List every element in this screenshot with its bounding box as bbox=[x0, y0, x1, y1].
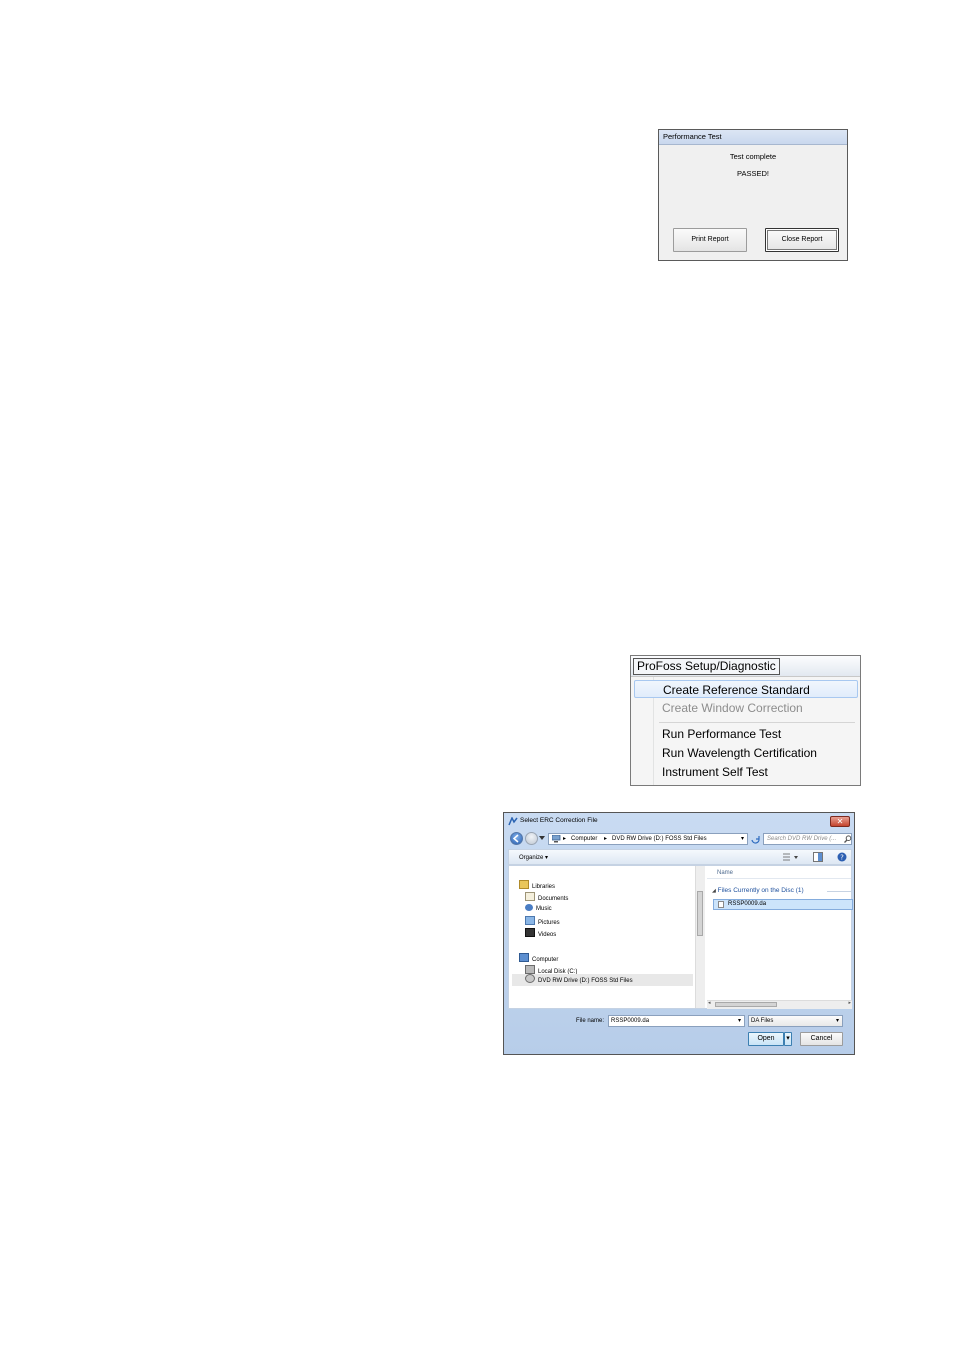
dialog-title: Performance Test bbox=[659, 130, 847, 145]
file-icon bbox=[718, 901, 724, 908]
tree-scrollbar[interactable] bbox=[695, 866, 705, 1008]
column-divider bbox=[707, 878, 851, 879]
help-icon[interactable]: ? bbox=[837, 852, 847, 862]
organize-button[interactable]: Organize ▾ bbox=[519, 854, 548, 861]
file-list-scrollbar-thumb[interactable] bbox=[715, 1002, 777, 1007]
group-divider bbox=[827, 891, 851, 892]
passed-text: PASSED! bbox=[737, 169, 769, 178]
performance-test-dialog: Performance Test Test complete PASSED! P… bbox=[658, 129, 848, 261]
menu-item-instrument-self-test[interactable]: Instrument Self Test bbox=[634, 763, 858, 781]
dialog-title: Select ERC Correction File bbox=[520, 817, 598, 824]
recent-pages-chevron-icon[interactable] bbox=[539, 836, 545, 841]
close-button[interactable]: ✕ bbox=[830, 816, 850, 827]
toolbar: Organize ▾ ? bbox=[508, 849, 852, 865]
filename-label: File name: bbox=[576, 1018, 605, 1024]
open-button[interactable]: Open bbox=[748, 1032, 784, 1046]
browser-pane: Libraries Documents Music Pictures Video… bbox=[508, 865, 853, 1009]
file-list-scrollbar[interactable]: ◂ ▸ bbox=[707, 1000, 852, 1009]
app-icon bbox=[508, 817, 518, 826]
tree-item-libraries[interactable]: Libraries bbox=[519, 880, 555, 890]
search-icon[interactable] bbox=[844, 835, 852, 843]
breadcrumb-separator-icon: ▸ bbox=[563, 836, 567, 842]
cancel-button[interactable]: Cancel bbox=[800, 1032, 843, 1046]
dialog-footer: File name: RSSP0009.da ▾ DA Files ▾ Open… bbox=[508, 1011, 852, 1053]
menu-item-create-window-correction: Create Window Correction bbox=[662, 701, 803, 715]
filetype-dropdown-icon[interactable]: ▾ bbox=[836, 1016, 839, 1026]
address-dropdown-icon[interactable]: ▾ bbox=[741, 834, 744, 844]
setup-diagnostic-menu: ProFoss Setup/Diagnostic Create Referenc… bbox=[630, 655, 861, 786]
back-button[interactable] bbox=[510, 832, 523, 845]
group-header[interactable]: ◢ Files Currently on the Disc (1) bbox=[712, 887, 804, 894]
pictures-icon bbox=[525, 916, 535, 925]
breadcrumb-computer[interactable]: Computer bbox=[571, 834, 597, 844]
music-icon bbox=[525, 904, 533, 911]
filetype-select[interactable]: DA Files ▾ bbox=[748, 1015, 843, 1027]
svg-text:?: ? bbox=[840, 854, 844, 862]
filename-dropdown-icon[interactable]: ▾ bbox=[738, 1016, 741, 1026]
documents-icon bbox=[525, 892, 535, 901]
menu-item-run-wavelength-certification[interactable]: Run Wavelength Certification bbox=[634, 744, 858, 762]
tree-scrollbar-thumb[interactable] bbox=[697, 891, 703, 936]
file-item-rssp0009[interactable]: RSSP0009.da bbox=[713, 899, 853, 910]
computer-icon bbox=[552, 835, 561, 843]
tree-item-computer[interactable]: Computer bbox=[519, 953, 558, 963]
refresh-icon[interactable] bbox=[750, 834, 761, 844]
address-bar[interactable]: ▸ Computer ▸ DVD RW Drive (D:) FOSS Std … bbox=[548, 833, 748, 845]
tree-item-documents[interactable]: Documents bbox=[525, 892, 568, 902]
tree-item-dvd-drive[interactable]: DVD RW Drive (D:) FOSS Std Files bbox=[512, 974, 693, 986]
breadcrumb-separator-icon: ▸ bbox=[604, 836, 608, 842]
back-arrow-icon bbox=[512, 834, 519, 843]
videos-icon bbox=[525, 928, 535, 937]
tree-item-pictures[interactable]: Pictures bbox=[525, 916, 560, 926]
chevron-down-icon: ▾ bbox=[786, 1035, 790, 1042]
scroll-left-icon[interactable]: ◂ bbox=[708, 1000, 711, 1006]
column-header-name[interactable]: Name bbox=[717, 870, 733, 876]
navigation-row: ▸ Computer ▸ DVD RW Drive (D:) FOSS Std … bbox=[508, 832, 852, 847]
title-bar: Select ERC Correction File ✕ bbox=[504, 813, 854, 831]
open-options-button[interactable]: ▾ bbox=[784, 1032, 792, 1046]
group-collapse-icon[interactable]: ◢ bbox=[712, 888, 716, 894]
print-report-button[interactable]: Print Report bbox=[673, 228, 747, 252]
test-complete-text: Test complete bbox=[729, 152, 777, 161]
tree-item-videos[interactable]: Videos bbox=[525, 928, 556, 938]
menu-item-create-reference-standard[interactable]: Create Reference Standard bbox=[634, 680, 858, 698]
disk-icon bbox=[525, 965, 535, 974]
menu-separator bbox=[659, 722, 855, 723]
breadcrumb-dvd-drive[interactable]: DVD RW Drive (D:) FOSS Std Files bbox=[612, 834, 707, 844]
preview-pane-icon[interactable] bbox=[813, 852, 823, 862]
filename-input[interactable]: RSSP0009.da ▾ bbox=[608, 1015, 745, 1027]
scroll-right-icon[interactable]: ▸ bbox=[848, 1000, 851, 1006]
tree-item-music[interactable]: Music bbox=[525, 904, 552, 912]
menu-bar-item-profoss-setup[interactable]: ProFoss Setup/Diagnostic bbox=[633, 658, 780, 675]
close-report-button[interactable]: Close Report bbox=[765, 228, 839, 252]
libraries-icon bbox=[519, 880, 529, 889]
dvd-drive-icon bbox=[525, 974, 535, 983]
computer-icon bbox=[519, 953, 529, 962]
select-file-dialog: Select ERC Correction File ✕ ▸ Computer … bbox=[503, 812, 855, 1055]
search-input[interactable]: Search DVD RW Drive (... bbox=[763, 833, 852, 845]
menu-item-run-performance-test[interactable]: Run Performance Test bbox=[634, 725, 858, 743]
view-options-icon[interactable] bbox=[783, 853, 799, 861]
menu-bar: ProFoss Setup/Diagnostic bbox=[631, 656, 860, 677]
forward-button[interactable] bbox=[525, 832, 538, 845]
